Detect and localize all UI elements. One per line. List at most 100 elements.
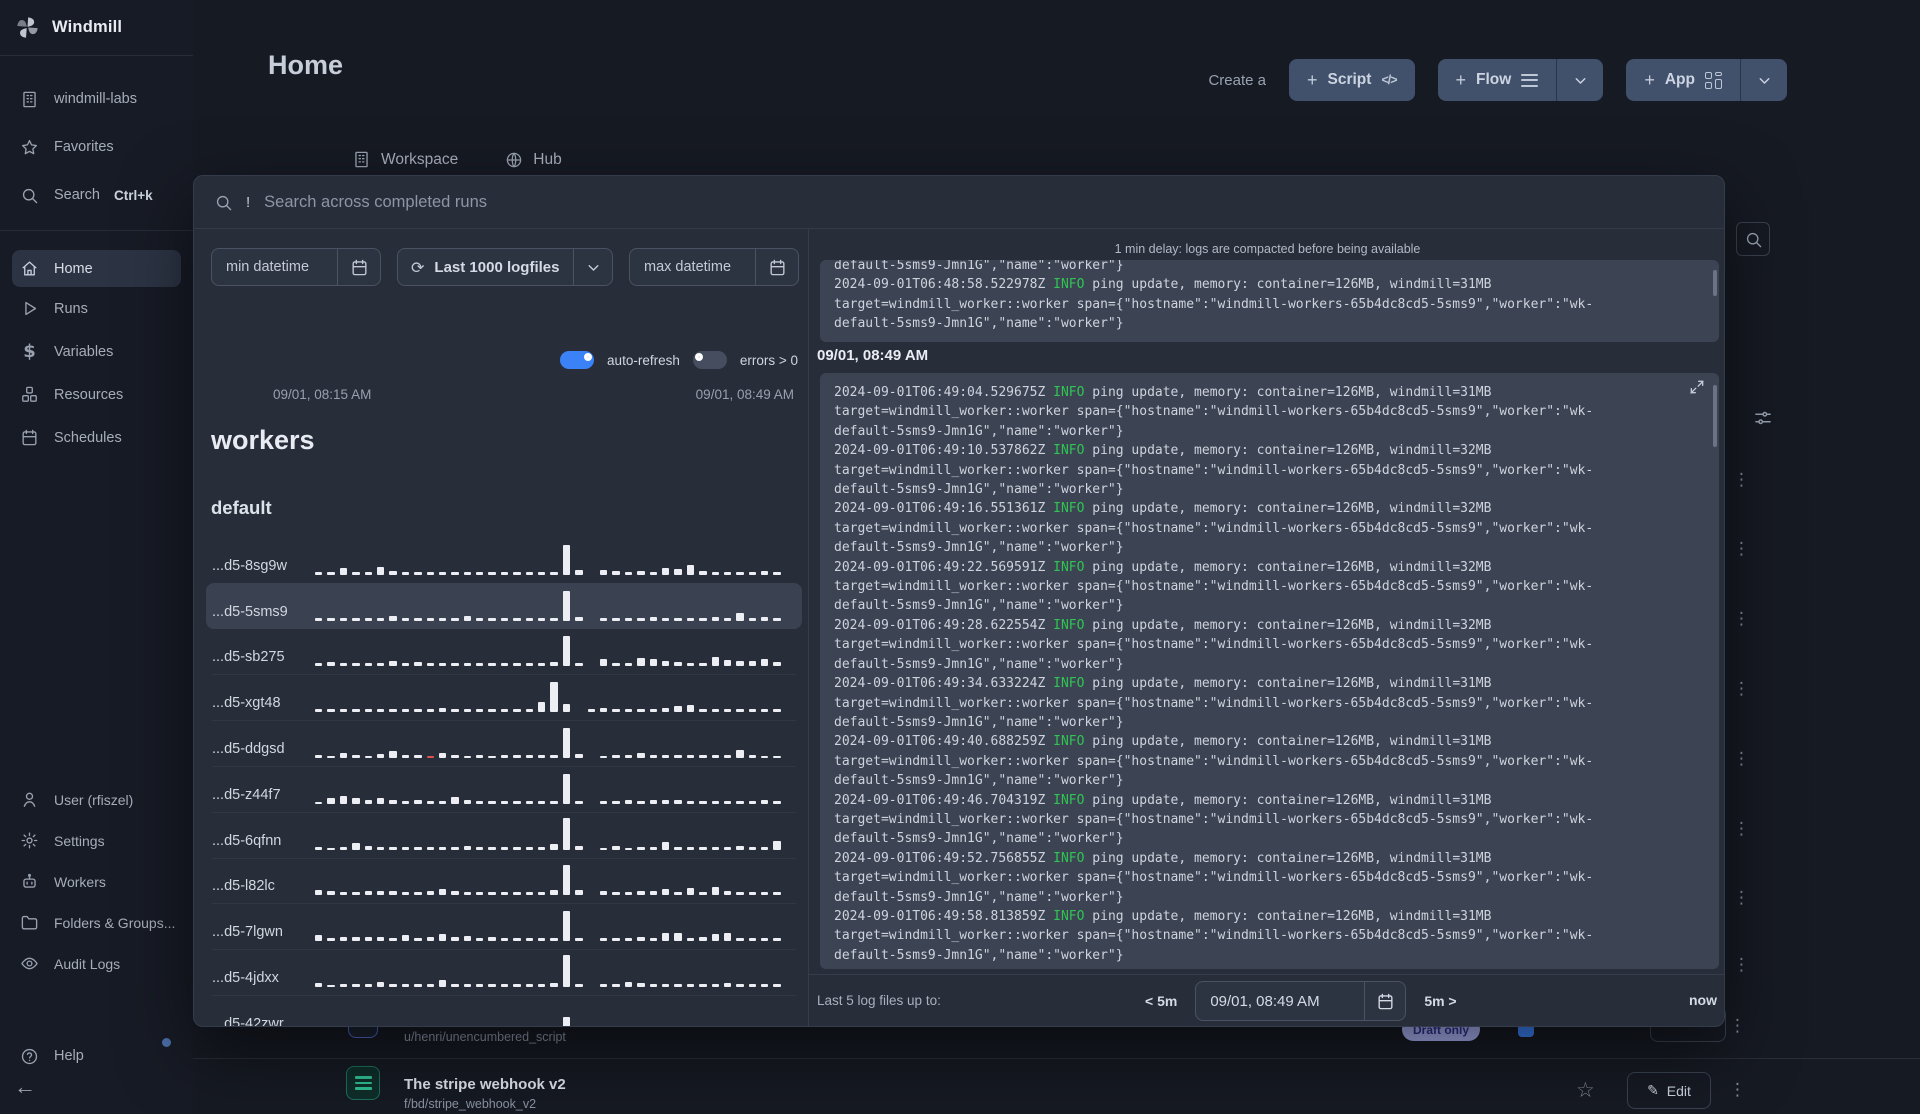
search-items-button[interactable] — [1736, 222, 1770, 256]
max-datetime-input[interactable]: max datetime — [629, 248, 799, 286]
pencil-icon: ✎ — [1647, 1082, 1659, 1098]
now-button[interactable]: now — [1689, 992, 1717, 1008]
collapse-sidebar-button[interactable]: ← — [14, 1074, 36, 1100]
worker-row[interactable]: ...d5-4jdxx — [206, 949, 802, 995]
flow-item-icon — [346, 1066, 380, 1100]
star-icon — [20, 138, 39, 157]
sidebar-item-label: Home — [54, 260, 93, 277]
worker-activity-sparkline — [315, 814, 781, 850]
create-flow-button[interactable]: + Flow — [1438, 70, 1557, 91]
sidebar-help-group: Help — [0, 1032, 193, 1080]
sidebar-item-label: Variables — [54, 343, 114, 360]
flow-dropdown-button[interactable] — [1556, 59, 1603, 101]
kebab-menu-icon[interactable]: ⋮ — [1733, 890, 1750, 907]
sidebar-item-settings[interactable]: Settings — [0, 820, 193, 861]
sidebar-item-home[interactable]: Home — [12, 250, 181, 287]
next-5m-button[interactable]: 5m > — [1424, 993, 1456, 1009]
worker-row[interactable]: ...d5-sb275 — [206, 629, 802, 675]
worker-row[interactable]: ...d5-ddgsd — [206, 720, 802, 766]
log-datetime-input[interactable]: 09/01, 08:49 AM — [1195, 981, 1407, 1021]
flow-icon — [1521, 73, 1539, 87]
kebab-menu-icon[interactable]: ⋮ — [1733, 751, 1750, 768]
app-dropdown-button[interactable] — [1740, 59, 1787, 101]
sidebar-item-resources[interactable]: Resources — [0, 373, 193, 416]
flow-title[interactable]: The stripe webhook v2 — [404, 1076, 566, 1093]
worker-name: ...d5-8sg9w — [212, 557, 287, 574]
kebab-menu-icon[interactable]: ⋮ — [1729, 1082, 1746, 1099]
sidebar-item-label: Resources — [54, 386, 124, 403]
code-icon: </> — [1381, 73, 1397, 87]
worker-row[interactable]: ...d5-5sms9 — [206, 582, 802, 629]
kebab-menu-icon[interactable]: ⋮ — [1729, 1018, 1746, 1035]
sidebar-item-label: User (rfiszel) — [54, 791, 134, 808]
worker-row[interactable]: ...d5-42zwr — [206, 994, 802, 1026]
worker-row[interactable]: ...d5-7lgwn — [206, 903, 802, 949]
sidebar-item-user[interactable]: User (rfiszel) — [0, 779, 193, 820]
time-range-labels: 09/01, 08:15 AM 09/01, 08:49 AM — [211, 387, 794, 402]
sidebar-item-favorites[interactable]: Favorites — [0, 123, 193, 171]
brand[interactable]: Windmill — [0, 0, 193, 53]
sidebar-item-label: windmill-labs — [54, 91, 137, 107]
filters-row: min datetime ⟳ Last 1000 logfiles max da… — [211, 248, 799, 286]
kebab-menu-icon[interactable]: ⋮ — [1733, 957, 1750, 974]
expand-icon[interactable] — [1689, 379, 1705, 395]
dollar-icon: $ — [23, 341, 36, 362]
worker-row[interactable]: ...d5-l82lc — [206, 857, 802, 904]
log-block-current: 2024-09-01T06:49:04.529675Z INFO ping up… — [820, 373, 1719, 969]
previous-5m-button[interactable]: < 5m — [1145, 993, 1177, 1009]
sidebar-item-audit[interactable]: Audit Logs — [0, 943, 193, 984]
search-icon — [214, 193, 233, 212]
sidebar-item-workers[interactable]: Workers — [0, 861, 193, 902]
worker-name: ...d5-6qfnn — [212, 832, 282, 849]
worker-name: ...d5-4jdxx — [212, 969, 279, 986]
chevron-down-icon[interactable] — [574, 259, 612, 276]
tab-hub[interactable]: Hub — [505, 150, 562, 169]
range-end-time: 09/01, 08:49 AM — [695, 387, 794, 402]
calendar-icon[interactable] — [338, 258, 380, 277]
logfiles-dropdown[interactable]: ⟳ Last 1000 logfiles — [397, 248, 613, 286]
tab-workspace[interactable]: Workspace — [352, 150, 458, 169]
kebab-menu-icon[interactable]: ⋮ — [1733, 611, 1750, 628]
log-pane: 1 min delay: logs are compacted before b… — [808, 229, 1724, 1026]
kebab-menu-icon[interactable]: ⋮ — [1733, 821, 1750, 838]
star-outline-icon[interactable]: ☆ — [1576, 1078, 1595, 1102]
create-buttons-row: Create a + Script </> + Flow + App — [1208, 59, 1787, 101]
back-arrow-icon: ← — [14, 1074, 36, 1099]
calendar-icon[interactable] — [756, 258, 798, 277]
sidebar-item-workspace[interactable]: windmill-labs — [0, 75, 193, 123]
search-input[interactable] — [264, 192, 1165, 212]
sidebar-item-folders[interactable]: Folders & Groups... — [0, 902, 193, 943]
script-path[interactable]: u/henri/unencumbered_script — [404, 1030, 566, 1044]
worker-row[interactable]: ...d5-6qfnn — [206, 811, 802, 858]
create-app-button[interactable]: + App — [1626, 70, 1740, 91]
log-delay-notice: 1 min delay: logs are compacted before b… — [1114, 242, 1421, 256]
kebab-menu-icon[interactable]: ⋮ — [1733, 472, 1750, 489]
create-script-button[interactable]: + Script </> — [1288, 59, 1415, 101]
worker-row[interactable]: ...d5-xgt48 — [206, 674, 802, 720]
worker-row[interactable]: ...d5-z44f7 — [206, 765, 802, 812]
edit-button[interactable]: ✎ Edit — [1627, 1072, 1711, 1109]
auto-refresh-toggle[interactable] — [560, 351, 595, 369]
worker-row[interactable]: ...d5-8sg9w — [206, 537, 802, 583]
sidebar-item-runs[interactable]: Runs — [0, 287, 193, 330]
windmill-logo-icon — [14, 14, 41, 41]
worker-name: ...d5-z44f7 — [212, 786, 281, 803]
chevron-down-icon — [1572, 72, 1589, 89]
calendar-icon[interactable] — [1365, 992, 1405, 1011]
sidebar-item-label: Search — [54, 187, 100, 203]
workers-pane: min datetime ⟳ Last 1000 logfiles max da… — [194, 229, 808, 1026]
kebab-menu-icon[interactable]: ⋮ — [1733, 681, 1750, 698]
modal-search-bar: ! — [194, 176, 1724, 229]
kebab-menu-icon[interactable]: ⋮ — [1733, 541, 1750, 558]
sidebar-item-schedules[interactable]: Schedules — [0, 416, 193, 459]
building-icon — [352, 150, 371, 169]
sidebar-item-search[interactable]: Search Ctrl+k — [0, 171, 193, 219]
filter-sliders-icon[interactable] — [1753, 408, 1773, 428]
sidebar-item-variables[interactable]: $ Variables — [0, 330, 193, 373]
range-start-time: 09/01, 08:15 AM — [273, 387, 372, 402]
min-datetime-input[interactable]: min datetime — [211, 248, 381, 286]
divider — [0, 230, 193, 231]
errors-toggle[interactable] — [692, 351, 727, 369]
sidebar-item-label: Runs — [54, 300, 88, 317]
sidebar-item-label: Schedules — [54, 429, 122, 446]
